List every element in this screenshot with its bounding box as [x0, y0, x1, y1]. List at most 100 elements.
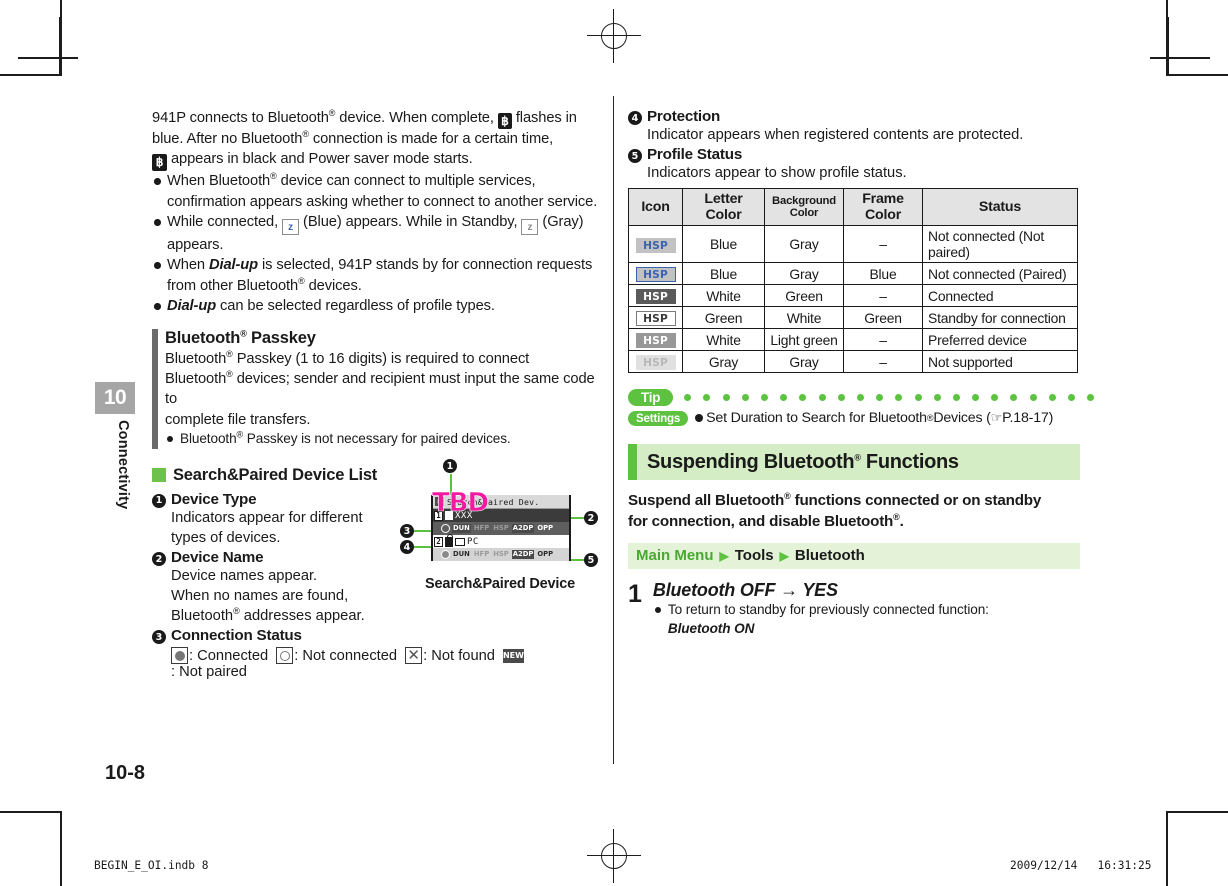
page-number: 10-8 [105, 762, 146, 784]
tip-dotted-rule [680, 394, 1095, 402]
profile-icon-cell-5: HSP [628, 350, 683, 374]
tip-rule-dot [991, 394, 999, 402]
tip-text: Set Duration to Search for Bluetooth ® De… [695, 410, 1053, 426]
letter-color-cell-3: Green [682, 306, 765, 330]
tip-pill: Tip [628, 389, 674, 407]
profile-icon-cell-1: HSP [628, 262, 683, 286]
tip-rule-dot [856, 394, 864, 402]
crop-mark-br-h [1166, 811, 1228, 813]
list-item-connection-status: 3 Connection Status [152, 627, 600, 645]
profile-icon-cell-4: HSP [628, 328, 683, 352]
bullet-passkey-paired: Bluetooth® Passkey is not necessary for … [165, 430, 600, 449]
tip-rule-dot [1087, 394, 1095, 402]
profile-status-desc: Indicators appear to show profile status… [647, 165, 907, 182]
passkey-bullets: Bluetooth® Passkey is not necessary for … [165, 430, 600, 449]
zz-blue-icon: z [282, 219, 300, 236]
tbd-overlay: TBD [432, 488, 490, 519]
crop-mark-tl-h [0, 74, 62, 76]
background-color-cell-0: Gray [764, 225, 844, 264]
profile-a2dp-1: A2DP [511, 524, 535, 533]
tip-rule-dot [1048, 394, 1056, 402]
cross-icon: ✕ [405, 647, 423, 665]
hsp-badge-icon: HSP [635, 267, 676, 283]
step-title: Bluetooth OFF → YES [652, 579, 838, 600]
right-column: 4 Protection Indicator appears when regi… [628, 108, 1095, 639]
status-cell-2: Connected [922, 284, 1078, 308]
background-color-cell-2: Green [764, 284, 844, 308]
hsp-badge-icon: HSP [635, 333, 676, 349]
hollow-circle-icon [276, 647, 294, 665]
device-type-title: Device Type [171, 490, 257, 508]
status-cell-1: Not connected (Paired) [922, 262, 1078, 286]
chevron-right-icon-1: ▶ [719, 548, 729, 563]
intro-bullet-list: When Bluetooth® device can connect to mu… [152, 171, 600, 316]
th-frame-color: Frame Color [843, 188, 923, 227]
crop-mark-tr-h [1166, 74, 1228, 76]
step-body: Bluetooth OFF → YES To return to standby… [653, 580, 1080, 639]
tip-rule-dot [684, 394, 692, 402]
table-row: HSP White Green – Connected [628, 284, 1078, 308]
intro-paragraph: 941P connects to Bluetooth® device. When… [152, 108, 577, 172]
table-header-row: Icon Letter Color Background Color Frame… [628, 188, 1078, 227]
device-row-2-name: PC [467, 536, 479, 547]
legend-not-connected: : Not connected [294, 647, 398, 664]
device-row-2-profiles: DUN HFP HSP A2DP OPP [433, 548, 569, 561]
device-row-2[interactable]: 2 PC [433, 533, 569, 548]
profile-hfp-2: HFP [473, 550, 490, 558]
background-color-cell-1: Gray [764, 262, 844, 286]
registration-mark-bottom [587, 829, 641, 883]
intro-line1-a: 941P connects to Bluetooth [152, 110, 329, 126]
green-square-icon [152, 468, 166, 483]
pointing-hand-icon: ☞ [990, 410, 1003, 426]
tip-block: Tip Settings Set Duration to Search for … [628, 389, 1095, 426]
mock-caption: Search&Paired Device [425, 576, 575, 592]
letter-color-cell-2: White [682, 284, 765, 308]
profile-hsp-2: HSP [493, 550, 509, 558]
manual-page: 10 Connectivity 941P connects to Bluetoo… [0, 0, 1228, 886]
tip-rule-dot [837, 394, 845, 402]
background-color-cell-3: White [764, 306, 844, 330]
section-header-suspending: Suspending Bluetooth® Functions [628, 444, 1080, 481]
frame-color-cell-3: Green [843, 306, 923, 330]
th-icon: Icon [628, 188, 683, 227]
tip-rule-dot [1010, 394, 1018, 402]
device-row-1-profiles: DUN HFP HSP A2DP OPP [433, 522, 569, 535]
hsp-badge-icon: HSP [635, 237, 676, 253]
callout-marker-2: 2 [584, 511, 598, 525]
filled-circle-icon [171, 647, 188, 665]
table-row: HSP Green White Green Standby for connection [628, 306, 1078, 330]
bluetooth-icon: ฿ [497, 113, 512, 129]
frame-color-cell-5: – [843, 350, 923, 374]
background-color-cell-5: Gray [764, 350, 844, 374]
zz-gray-icon: z [521, 219, 539, 236]
section-lead-text: Suspend all Bluetooth® functions connect… [628, 491, 1042, 530]
status-cell-3: Standby for connection [922, 306, 1078, 330]
hsp-badge-icon: HSP [635, 289, 676, 305]
chapter-number-tab: 10 [95, 382, 135, 414]
settings-pill: Settings [628, 410, 689, 426]
th-background-color: Background Color [764, 188, 844, 227]
callout-marker-5: 5 [584, 553, 598, 567]
letter-color-cell-5: Gray [682, 350, 765, 374]
tip-rule-dot [972, 394, 980, 402]
tip-header-row: Tip [628, 389, 1095, 407]
tip-rule-dot [703, 394, 711, 402]
hsp-badge-icon: HSP [635, 355, 676, 371]
legend-not-paired: : Not paired [171, 664, 247, 681]
crop-mark-bl-h [0, 811, 62, 813]
tip-rule-dot [1068, 394, 1075, 402]
footer-filename: BEGIN_E_OI.indb 8 [94, 859, 209, 872]
intro-line3: appears in black and Power saver mode st… [167, 151, 473, 168]
list-item-protection: 4 Protection [628, 108, 1080, 125]
intro-line1-c: flashes in [511, 110, 577, 126]
legend-connected: : Connected [189, 647, 269, 664]
passkey-heading: Bluetooth® Passkey [165, 328, 316, 347]
status-cell-0: Not connected (Not paired) [922, 225, 1078, 264]
tip-content-row: Settings Set Duration to Search for Blue… [628, 410, 1080, 426]
profile-opp-2: OPP [537, 550, 554, 558]
bullet-dialup-selected: When Dial-up is selected, 941P stands by… [152, 255, 600, 296]
status-cell-5: Not supported [922, 350, 1078, 374]
frame-color-cell-2: – [843, 284, 923, 308]
tip-rule-dot [780, 394, 788, 402]
tip-rule-dot [876, 394, 884, 402]
